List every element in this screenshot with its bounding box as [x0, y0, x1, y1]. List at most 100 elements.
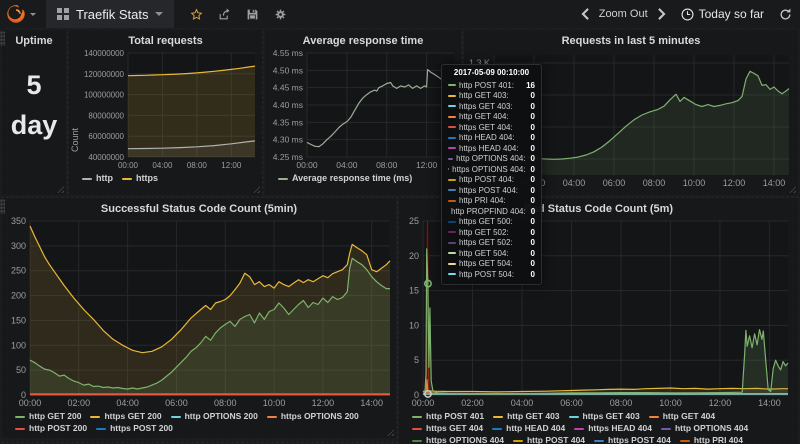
series-color-dash	[649, 416, 659, 418]
legend-item[interactable]: http OPTIONS 200	[171, 411, 258, 422]
time-forward-button[interactable]	[657, 8, 666, 20]
panel-resize-handle[interactable]	[253, 186, 260, 193]
gear-icon	[274, 8, 287, 21]
time-range-picker[interactable]: Today so far	[681, 7, 764, 21]
average-response-time-chart[interactable]: 4.25 ms4.30 ms4.35 ms4.40 ms4.45 ms4.50 …	[267, 49, 461, 171]
svg-text:350: 350	[11, 217, 26, 226]
legend-label: https HEAD 404	[588, 423, 652, 434]
save-button[interactable]	[246, 8, 259, 21]
tooltip-series-value: 0	[531, 144, 535, 153]
legend-label: https POST 200	[110, 423, 173, 434]
legend-label: https POST 404	[608, 435, 671, 444]
series-color-dash	[448, 84, 456, 86]
legend-label: https	[136, 173, 158, 184]
series-color-dash	[82, 178, 92, 180]
series-color-dash	[122, 178, 132, 180]
svg-text:08:00: 08:00	[214, 398, 237, 408]
chart-legend: http https	[69, 171, 262, 184]
legend-item[interactable]: https GET 404	[412, 423, 483, 434]
tooltip-series-label: http GET 403:	[459, 91, 526, 100]
refresh-button[interactable]	[779, 8, 792, 21]
tooltip-series-value: 0	[531, 133, 535, 142]
legend-item[interactable]: Average response time (ms)	[278, 173, 412, 184]
legend-item[interactable]: https OPTIONS 404	[412, 435, 504, 444]
tooltip-row: http GET 504:0	[448, 248, 535, 259]
time-back-button[interactable]	[581, 8, 590, 20]
svg-text:14:00: 14:00	[360, 398, 383, 408]
svg-text:4.55 ms: 4.55 ms	[273, 49, 303, 58]
panel-title[interactable]: Total requests	[69, 30, 262, 49]
settings-button[interactable]	[274, 8, 287, 21]
chart-legend: Average response time (ms)	[265, 171, 461, 184]
series-color-dash	[448, 95, 456, 97]
zoom-out-button[interactable]: Zoom Out	[599, 8, 648, 20]
legend-label: http	[96, 173, 113, 184]
legend-label: http HEAD 404	[506, 423, 565, 434]
legend-item[interactable]: http GET 200	[15, 411, 81, 422]
legend-label: https OPTIONS 200	[281, 411, 359, 422]
svg-text:4.30 ms: 4.30 ms	[273, 135, 303, 145]
legend-label: https OPTIONS 404	[426, 435, 504, 444]
share-button[interactable]	[218, 8, 231, 21]
panel-title[interactable]: Requests in last 5 minutes	[464, 30, 798, 49]
legend-item[interactable]: https POST 404	[594, 435, 671, 444]
legend-item[interactable]: http OPTIONS 404	[661, 423, 748, 434]
panel-title[interactable]: Average response time	[265, 30, 461, 49]
svg-text:04:00: 04:00	[511, 398, 534, 408]
legend-item[interactable]: https GET 403	[569, 411, 640, 422]
legend-item[interactable]: http POST 404	[513, 435, 585, 444]
dashboard-row-top: Uptime 5 day Total requests Count 400000…	[2, 30, 798, 195]
legend-item[interactable]: http	[82, 173, 113, 184]
series-color-dash	[448, 147, 456, 149]
tooltip-series-label: https GET 504:	[459, 259, 526, 268]
legend-item[interactable]: http PRI 404	[680, 435, 743, 444]
total-requests-chart[interactable]: 4000000060000000800000001000000001200000…	[71, 49, 261, 171]
legend-label: http POST 401	[426, 411, 484, 422]
svg-text:10:00: 10:00	[263, 398, 286, 408]
legend-item[interactable]: https POST 200	[96, 423, 173, 434]
row-drag-handle[interactable]	[0, 31, 5, 46]
legend-item[interactable]: https GET 200	[90, 411, 161, 422]
tooltip-row: https POST 404:0	[448, 185, 535, 196]
star-icon	[190, 8, 203, 21]
series-color-dash	[448, 137, 456, 139]
legend-item[interactable]: http GET 404	[649, 411, 715, 422]
svg-text:5: 5	[414, 355, 419, 365]
row-drag-handle[interactable]	[0, 199, 5, 214]
dashboard-picker[interactable]: Traefik Stats	[46, 0, 174, 28]
legend-item[interactable]: http POST 401	[412, 411, 484, 422]
tooltip-series-label: http PRI 404:	[459, 196, 526, 205]
star-button[interactable]	[190, 8, 203, 21]
chevron-down-icon	[30, 13, 36, 16]
panel-resize-handle[interactable]	[57, 186, 64, 193]
svg-text:60000000: 60000000	[88, 132, 124, 141]
tooltip-series-label: https GET 403:	[459, 102, 526, 111]
legend-item[interactable]: https HEAD 404	[574, 423, 652, 434]
grafana-main-menu[interactable]	[6, 4, 36, 24]
legend-item[interactable]: http HEAD 404	[492, 423, 565, 434]
legend-item[interactable]: http POST 200	[15, 423, 87, 434]
panel-title[interactable]: Uptime	[2, 30, 66, 49]
legend-item[interactable]: http GET 403	[493, 411, 559, 422]
svg-text:100000000: 100000000	[84, 91, 125, 100]
tooltip-series-value: 0	[531, 154, 535, 163]
tooltip-row: http POST 401:16	[448, 80, 535, 91]
svg-text:4.35 ms: 4.35 ms	[273, 117, 303, 127]
share-icon	[218, 8, 231, 21]
chevron-down-icon	[155, 12, 163, 16]
tooltip-series-value: 0	[531, 165, 535, 174]
series-color-dash	[448, 126, 456, 128]
tooltip-series-value: 0	[531, 196, 535, 205]
panel-title[interactable]: Successful Status Code Count (5min)	[2, 198, 396, 217]
series-color-dash	[448, 231, 456, 233]
y-axis-label: Count	[70, 128, 80, 152]
clock-icon	[681, 8, 694, 21]
series-color-dash	[15, 416, 25, 418]
svg-text:00:00: 00:00	[118, 161, 139, 170]
svg-text:150: 150	[11, 315, 26, 325]
legend-item[interactable]: https OPTIONS 200	[267, 411, 359, 422]
legend-item[interactable]: https	[122, 173, 158, 184]
successful-status-codes-chart[interactable]: 05010015020025030035000:0002:0004:0006:0…	[4, 217, 396, 409]
dashboard-grid: Uptime 5 day Total requests Count 400000…	[0, 28, 800, 444]
tooltip-series-label: http POST 401:	[459, 81, 521, 90]
